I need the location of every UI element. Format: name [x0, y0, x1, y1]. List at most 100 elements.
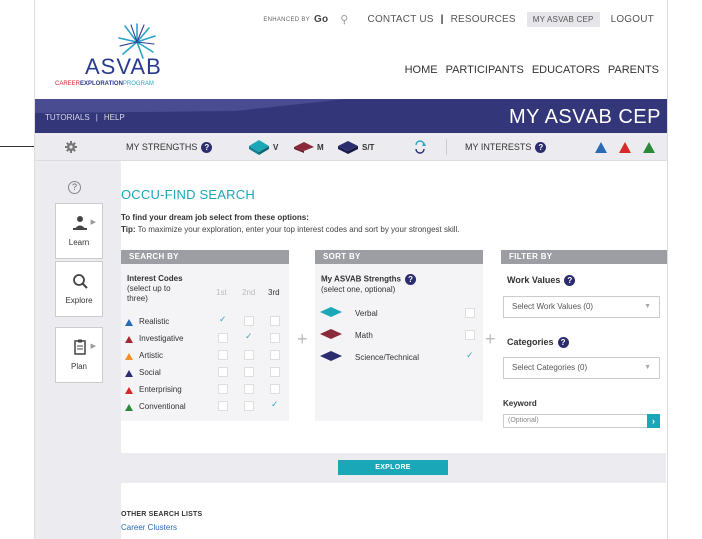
tip-text: Tip: To maximize your exploration, enter…	[121, 225, 460, 234]
sidebar-item-learn[interactable]: ▶ Learn	[55, 203, 103, 259]
contact-us-link[interactable]: CONTACT US	[368, 14, 434, 25]
checkmark-icon: ✓	[466, 350, 474, 360]
sidebar-item-plan[interactable]: ▶ Plan	[55, 327, 103, 383]
keyword-go-button[interactable]: ›	[647, 414, 660, 428]
categories-select[interactable]: Select Categories (0) ▼	[503, 357, 660, 379]
interest-triangle-icon-2[interactable]	[619, 142, 631, 153]
sort-option-checkbox[interactable]	[465, 308, 475, 318]
strength-book-icon	[320, 351, 342, 361]
nav-educators[interactable]: EDUCATORS	[532, 64, 600, 76]
interest-triangle-icon-3[interactable]	[643, 142, 655, 153]
col-2nd: 2nd	[242, 288, 256, 297]
sort-option-label: Science/Technical	[355, 353, 420, 362]
nav-home[interactable]: HOME	[405, 64, 438, 76]
search-icon[interactable]: ⚲	[340, 13, 348, 26]
interest-code-checkbox[interactable]: ✓	[218, 314, 228, 326]
refresh-icon[interactable]	[413, 140, 427, 154]
interest-code-label: Artistic	[139, 351, 163, 360]
work-values-label: Work Values?	[507, 275, 576, 287]
interest-code-checkbox[interactable]	[218, 384, 228, 394]
sort-by-header: SORT BY	[315, 250, 483, 264]
categories-help-icon[interactable]: ?	[557, 337, 569, 349]
verbal-book-icon[interactable]	[248, 138, 270, 156]
gear-icon[interactable]	[65, 141, 77, 153]
categories-label: Categories?	[507, 337, 569, 349]
work-values-help-icon[interactable]: ?	[564, 275, 576, 287]
chevron-right-icon: ▶	[90, 343, 96, 350]
math-book-icon[interactable]	[293, 138, 315, 156]
work-values-select[interactable]: Select Work Values (0) ▼	[503, 296, 660, 318]
interest-code-checkbox[interactable]	[218, 333, 228, 343]
interests-help-icon[interactable]: ?	[535, 142, 547, 154]
chevron-right-icon: ▶	[90, 219, 96, 226]
keyword-label: Keyword	[503, 399, 537, 408]
checkmark-icon: ✓	[219, 314, 227, 324]
keyword-input[interactable]: (Optional)	[503, 414, 648, 428]
banner-sub-links: TUTORIALS | HELP	[45, 113, 125, 122]
asvab-logo[interactable]: ASVAB CAREEREXPLORATIONPROGRAM	[55, 18, 195, 87]
page-title: OCCU-FIND SEARCH	[121, 187, 255, 202]
logo-wordmark: ASVAB	[85, 54, 162, 79]
sort-help-icon[interactable]: ?	[405, 274, 417, 285]
col-3rd: 3rd	[268, 288, 280, 297]
plus-icon: +	[485, 329, 496, 349]
explore-bar: EXPLORE	[121, 453, 666, 483]
go-logo: Go	[313, 14, 329, 25]
my-asvab-cep-link[interactable]: MY ASVAB CEP	[526, 12, 600, 27]
interest-code-label: Conventional	[139, 402, 186, 411]
main-nav: HOME PARTICIPANTS EDUCATORS PARENTS	[397, 64, 659, 76]
verbal-score-label: V	[273, 143, 279, 152]
sort-option-checkbox[interactable]	[465, 330, 475, 340]
banner-title: MY ASVAB CEP	[509, 106, 661, 128]
interest-code-checkbox[interactable]	[270, 333, 280, 343]
strengths-help-icon[interactable]: ?	[201, 142, 213, 154]
interest-code-checkbox[interactable]: ✓	[244, 331, 254, 343]
checkmark-icon: ✓	[271, 399, 279, 409]
learn-person-icon	[73, 216, 87, 230]
science-book-icon[interactable]	[337, 138, 359, 156]
asvab-strengths-heading: My ASVAB Strengths? (select one, optiona…	[321, 274, 417, 295]
nav-parents[interactable]: PARENTS	[608, 64, 659, 76]
interest-triangle-icon-1[interactable]	[595, 142, 607, 153]
interest-code-checkbox[interactable]	[244, 350, 254, 360]
nav-participants[interactable]: PARTICIPANTS	[446, 64, 524, 76]
chevron-down-icon: ▼	[644, 364, 651, 371]
instruction-text: To find your dream job select from these…	[121, 213, 309, 222]
strength-book-icon	[320, 329, 342, 339]
interest-code-checkbox[interactable]	[270, 367, 280, 377]
interest-code-checkbox[interactable]	[244, 367, 254, 377]
interest-code-checkbox[interactable]	[218, 350, 228, 360]
sort-option-checkbox[interactable]: ✓	[465, 350, 475, 362]
sidebar-item-explore[interactable]: Explore	[55, 261, 103, 317]
sidebar-item-label: Explore	[65, 296, 93, 305]
help-link[interactable]: HELP	[104, 113, 125, 122]
nav-separator: |	[440, 14, 444, 25]
top-utility-nav: ENHANCED BY Go ⚲ CONTACT US | RESOURCES …	[263, 12, 661, 27]
enhanced-by-label: ENHANCED BY	[263, 16, 310, 23]
interest-codes-heading: Interest Codes (select up to three)	[127, 274, 183, 303]
interest-code-checkbox[interactable]	[244, 401, 254, 411]
explore-button[interactable]: EXPLORE	[338, 460, 448, 475]
sidebar-item-label: Plan	[70, 362, 87, 371]
interest-triangle-icon	[125, 387, 133, 394]
my-strengths-label: MY STRENGTHS?	[126, 142, 213, 154]
interest-triangle-icon	[125, 404, 133, 411]
logout-link[interactable]: LOGOUT	[611, 14, 654, 25]
interest-code-checkbox[interactable]	[270, 350, 280, 360]
resources-link[interactable]: RESOURCES	[451, 14, 516, 25]
sort-option-label: Verbal	[355, 309, 378, 318]
my-interests-label: MY INTERESTS?	[465, 142, 547, 154]
interest-code-checkbox[interactable]	[218, 367, 228, 377]
interest-code-checkbox[interactable]: ✓	[270, 399, 280, 411]
magnifier-icon	[73, 274, 88, 289]
career-clusters-link[interactable]: Career Clusters	[121, 523, 177, 532]
help-circle-icon[interactable]: ?	[68, 181, 81, 194]
tutorials-link[interactable]: TUTORIALS	[45, 113, 90, 122]
interest-code-label: Social	[139, 368, 161, 377]
interest-code-checkbox[interactable]	[244, 384, 254, 394]
interest-code-checkbox[interactable]	[270, 316, 280, 326]
interest-code-checkbox[interactable]	[270, 384, 280, 394]
interest-code-checkbox[interactable]	[218, 401, 228, 411]
interest-code-checkbox[interactable]	[244, 316, 254, 326]
bar-divider	[446, 139, 447, 155]
